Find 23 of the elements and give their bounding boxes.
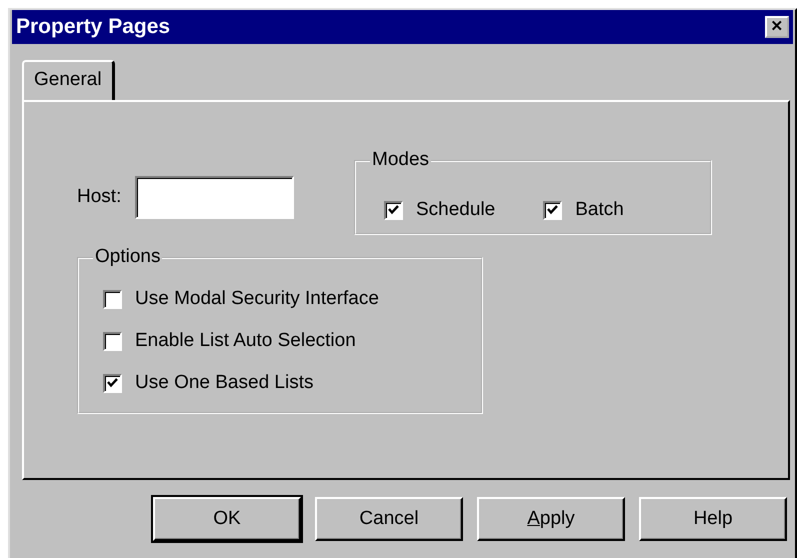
checkbox-label: Use One Based Lists xyxy=(135,371,314,395)
checkbox-label: Batch xyxy=(575,198,624,222)
checkbox[interactable] xyxy=(384,200,403,220)
host-field[interactable] xyxy=(135,176,294,218)
checkbox[interactable] xyxy=(543,200,562,220)
dialog-button[interactable]: OK xyxy=(153,497,301,541)
checkbox[interactable] xyxy=(103,332,122,350)
tab[interactable]: General xyxy=(22,60,115,100)
host-label: Host: xyxy=(77,184,122,209)
checkbox-label: Enable List Auto Selection xyxy=(135,329,356,353)
checkbox[interactable] xyxy=(103,290,122,308)
dialog-button[interactable]: Help xyxy=(639,497,787,541)
dialog-button[interactable]: Apply xyxy=(477,497,625,541)
window-title: Property Pages xyxy=(16,14,170,40)
checkbox-label: Use Modal Security Interface xyxy=(135,287,379,311)
checkmark-icon xyxy=(388,205,399,215)
checkmark-icon xyxy=(547,205,558,215)
group-title: Options xyxy=(93,246,162,268)
checkbox[interactable] xyxy=(103,374,122,392)
checkbox-label: Schedule xyxy=(416,198,496,222)
dialog-button[interactable]: Cancel xyxy=(315,497,463,541)
close-button[interactable]: ✕ xyxy=(765,16,789,38)
checkmark-icon xyxy=(107,378,118,388)
